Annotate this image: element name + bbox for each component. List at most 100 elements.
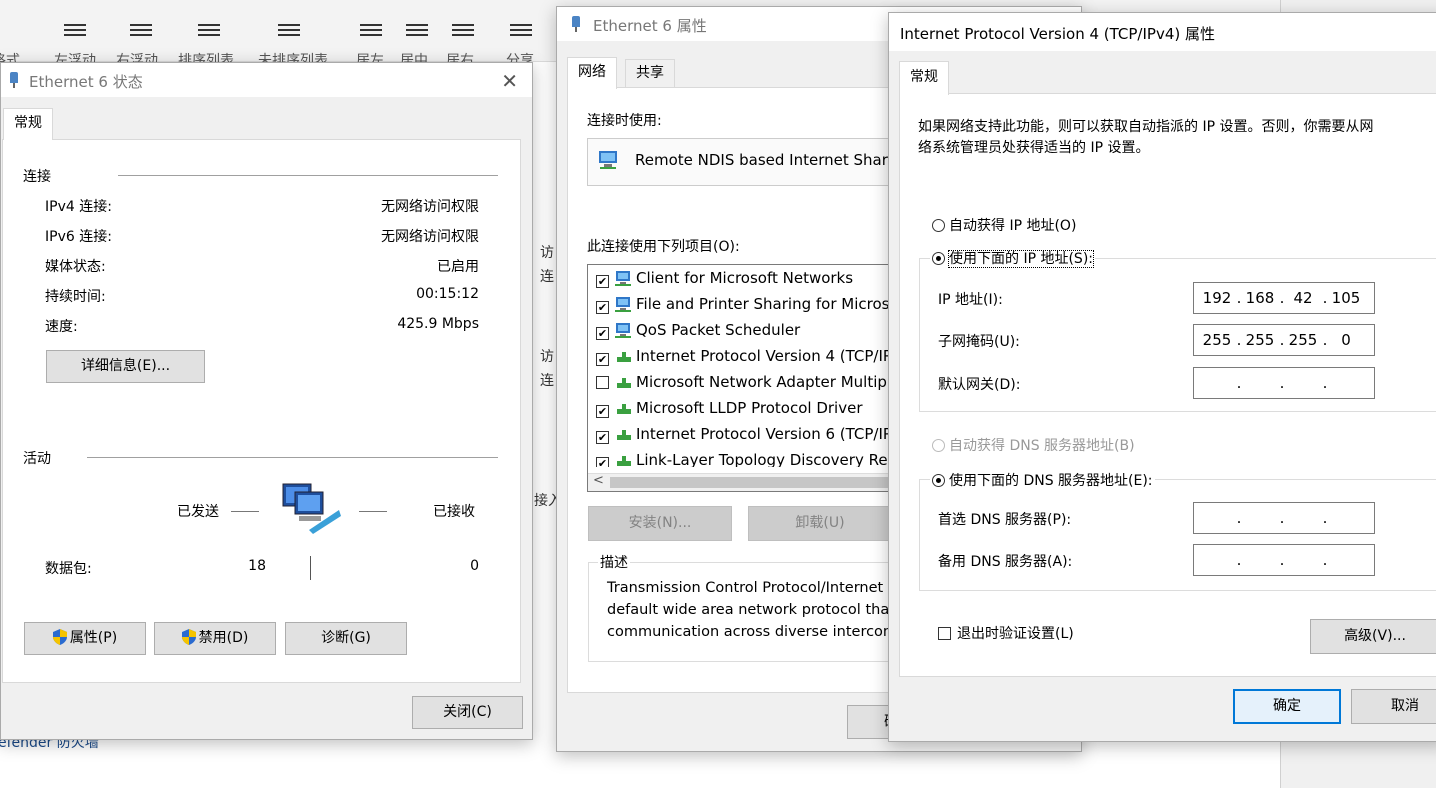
list-item[interactable]: ✔ Microsoft LLDP Protocol Driver — [596, 399, 862, 423]
install-button[interactable]: 安装(N)... — [588, 506, 732, 541]
subnet-mask-input[interactable]: 255 . 255 . 255 . 0 — [1193, 324, 1375, 356]
general-panel: 连接 IPv4 连接: 无网络访问权限 IPv6 连接: 无网络访问权限 媒体状… — [2, 139, 521, 683]
checkbox[interactable] — [938, 627, 951, 640]
network-client-icon — [615, 323, 631, 338]
octet: 168 — [1245, 289, 1275, 307]
protocol-icon — [617, 430, 631, 440]
tab-general[interactable]: 常规 — [899, 61, 949, 95]
octet: 192 — [1202, 289, 1232, 307]
checkbox[interactable]: ✔ — [596, 431, 609, 444]
row-label: 速度: — [45, 319, 78, 335]
items-list[interactable]: ✔ Client for Microsoft Networks ✔ File and… — [587, 264, 907, 492]
ordered-list-icon[interactable] — [198, 24, 220, 42]
ip-address-input[interactable]: 192 . 168 . 42 . 105 — [1193, 282, 1375, 314]
auto-ip-label: 自动获得 IP 地址(O) — [949, 218, 1077, 234]
disable-button[interactable]: 禁用(D) — [154, 622, 276, 655]
details-button[interactable]: 详细信息(E)... — [46, 350, 205, 383]
octet-dot: . — [1322, 509, 1328, 527]
checkbox[interactable]: ✔ — [596, 405, 609, 418]
tab-network[interactable]: 网络 — [567, 57, 617, 89]
scroll-left-icon[interactable]: < — [593, 473, 604, 488]
section-header-activity: 活动 — [23, 451, 51, 467]
intro-text: 如果网络支持此功能，则可以获取自动指派的 IP 设置。否则，你需要从网 — [918, 119, 1374, 135]
checkbox[interactable]: ✔ — [596, 327, 609, 340]
checkbox[interactable]: ✔ — [596, 275, 609, 288]
status-window: Ethernet 6 状态 ✕ 常规 连接 IPv4 连接: 无网络访问权限 I… — [0, 62, 533, 740]
list-item[interactable]: ✔ Link-Layer Topology Discovery Re — [596, 451, 888, 467]
checkbox[interactable]: ✔ — [596, 353, 609, 366]
checkbox[interactable] — [596, 376, 609, 389]
align-right-icon[interactable] — [452, 24, 474, 42]
auto-dns-option[interactable]: 自动获得 DNS 服务器地址(B) — [932, 435, 1135, 455]
radio-button[interactable] — [932, 219, 945, 232]
properties-button[interactable]: 属性(P) — [24, 622, 146, 655]
gateway-input[interactable]: . . . — [1193, 367, 1375, 399]
manual-ip-label: 使用下面的 IP 地址(S): — [948, 250, 1094, 268]
row-label: IPv4 连接: — [45, 199, 112, 215]
align-center-icon[interactable] — [406, 24, 428, 42]
manual-dns-option[interactable]: 使用下面的 DNS 服务器地址(E): — [930, 470, 1155, 490]
close-icon[interactable]: ✕ — [501, 69, 518, 93]
radio-button[interactable] — [932, 252, 945, 265]
list-item[interactable]: Microsoft Network Adapter Multip — [596, 373, 887, 397]
octet: 0 — [1341, 331, 1351, 349]
ok-button[interactable]: 确定 — [1233, 689, 1341, 724]
tab-sharing[interactable]: 共享 — [625, 59, 675, 87]
preferred-dns-input[interactable]: . . . — [1193, 502, 1375, 534]
intro-text: 络系统管理员处获得适当的 IP 设置。 — [918, 140, 1150, 156]
list-item[interactable]: ✔ Internet Protocol Version 4 (TCP/IP — [596, 347, 892, 371]
alternate-dns-input[interactable]: . . . — [1193, 544, 1375, 576]
align-left-icon[interactable] — [360, 24, 382, 42]
close-button[interactable]: 关闭(C) — [412, 696, 523, 729]
divider — [87, 457, 498, 458]
validate-on-exit-option[interactable]: 退出时验证设置(L) — [938, 623, 1074, 643]
octet: 105 — [1331, 289, 1361, 307]
tab-general[interactable]: 常规 — [3, 108, 53, 140]
list-item[interactable]: ✔ QoS Packet Scheduler — [596, 321, 800, 345]
share-icon[interactable] — [510, 24, 532, 42]
manual-ip-option[interactable]: 使用下面的 IP 地址(S): — [930, 248, 1095, 268]
validate-on-exit-label: 退出时验证设置(L) — [957, 626, 1074, 642]
radio-button[interactable] — [932, 474, 945, 487]
doc-text: 连 — [540, 269, 554, 285]
horizontal-scrollbar[interactable]: < — [588, 473, 906, 491]
list-item[interactable]: ✔ File and Printer Sharing for Micros — [596, 295, 889, 319]
section-header-connection: 连接 — [23, 169, 51, 185]
octet-dot: . — [1322, 289, 1328, 307]
checkbox[interactable]: ✔ — [596, 301, 609, 314]
cancel-button[interactable]: 取消 — [1351, 689, 1436, 724]
ip-address-label: IP 地址(I): — [938, 292, 1003, 308]
list-item[interactable]: ✔ Client for Microsoft Networks — [596, 269, 853, 293]
octet: 255 — [1288, 331, 1318, 349]
title-bar[interactable]: Ethernet 6 状态 ✕ — [1, 63, 532, 97]
item-label: File and Printer Sharing for Micros — [636, 295, 890, 313]
sent-label: 已发送 — [177, 504, 219, 520]
scrollbar-thumb[interactable] — [610, 477, 900, 488]
checkbox[interactable]: ✔ — [596, 457, 609, 467]
divider — [231, 511, 259, 512]
row-value: 已启用 — [437, 259, 479, 275]
divider — [359, 511, 387, 512]
item-label: Microsoft Network Adapter Multip — [636, 373, 887, 391]
octet: 42 — [1293, 289, 1313, 307]
diagnose-button[interactable]: 诊断(G) — [285, 622, 407, 655]
row-value: 00:15:12 — [416, 286, 479, 302]
protocol-icon — [617, 404, 631, 414]
item-label: QoS Packet Scheduler — [636, 321, 801, 339]
general-panel: 如果网络支持此功能，则可以获取自动指派的 IP 设置。否则，你需要从网 络系统管… — [899, 93, 1436, 677]
auto-ip-option[interactable]: 自动获得 IP 地址(O) — [932, 215, 1076, 235]
disable-button-label: 禁用(D) — [198, 630, 249, 646]
adapter-box[interactable]: Remote NDIS based Internet Sharir — [587, 138, 907, 186]
network-client-icon — [615, 297, 631, 312]
radio-button[interactable] — [932, 439, 945, 452]
octet-dot: . — [1322, 331, 1328, 349]
float-right-icon[interactable] — [130, 24, 152, 42]
adapter-name: Remote NDIS based Internet Sharir — [635, 151, 899, 169]
list-item[interactable]: ✔ Internet Protocol Version 6 (TCP/IP — [596, 425, 892, 449]
advanced-button[interactable]: 高级(V)... — [1310, 619, 1436, 654]
uninstall-button[interactable]: 卸载(U) — [748, 506, 892, 541]
unordered-list-icon[interactable] — [278, 24, 300, 42]
octet-dot: . — [1236, 374, 1242, 392]
float-left-icon[interactable] — [64, 24, 86, 42]
title-bar[interactable]: Internet Protocol Version 4 (TCP/IPv4) 属… — [889, 13, 1436, 51]
